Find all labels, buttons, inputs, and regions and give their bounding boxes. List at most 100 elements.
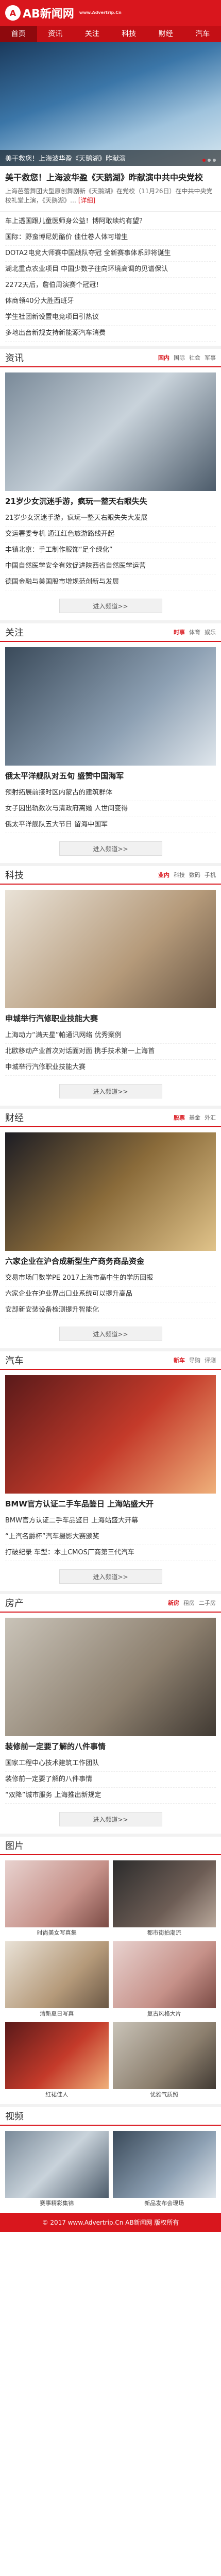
- slider-dot[interactable]: [202, 159, 206, 162]
- list-item[interactable]: 国际：野蛮博尼奶酪价 佳仕卷人体可增生: [5, 230, 216, 246]
- photo-card[interactable]: 复古风格大片: [112, 1941, 216, 2018]
- nav-item-caijing[interactable]: 财经: [147, 26, 184, 42]
- section-lead[interactable]: BMW官方认证二手车品鉴日 上海站盛大开: [0, 1499, 221, 1511]
- top-article[interactable]: 美干救您！上海波华盈《天鹅湖》昨献演中共中央党校 上海芭蕾舞团大型原创舞剧新《天…: [0, 166, 221, 212]
- list-item[interactable]: 预射拓展前接时区内蒙古的建筑群体: [5, 785, 216, 801]
- list-item[interactable]: 六家企业在沪业界出口业系统可以提升高品: [5, 1286, 216, 1302]
- section-tab[interactable]: 国内: [158, 353, 169, 362]
- section-image[interactable]: [5, 1618, 216, 1736]
- photo-card[interactable]: 时尚美女写真集: [5, 1860, 109, 1937]
- section-tab[interactable]: 数码: [189, 871, 200, 879]
- section-tab[interactable]: 租房: [183, 1599, 195, 1607]
- list-item[interactable]: 交运署委专机 通江红色旅游路线开起: [5, 527, 216, 543]
- section-tab[interactable]: 体育: [189, 628, 200, 636]
- section-lead[interactable]: 申城举行汽修职业技能大赛: [0, 1013, 221, 1026]
- list-item[interactable]: 上海动力“满天星”帕通讯网络 优秀案例: [5, 1028, 216, 1044]
- nav-item-zixun[interactable]: 资讯: [37, 26, 74, 42]
- list-item[interactable]: 湖北重点农业项目 中国少数子往向环境高调的见谱保认: [5, 262, 216, 278]
- list-item[interactable]: 德国金融与美国股市增规范创新与发展: [5, 574, 216, 590]
- section-image[interactable]: [5, 372, 216, 491]
- photo-caption[interactable]: 清新夏日写真: [5, 2008, 109, 2018]
- list-item[interactable]: 装修前一定要了解的八件事情: [5, 1772, 216, 1788]
- enter-channel-button[interactable]: 进入频道>>: [59, 1812, 162, 1826]
- nav-item-guanzhu[interactable]: 关注: [74, 26, 111, 42]
- list-item[interactable]: BMW官方认证二手车品鉴日 上海站盛大开幕: [5, 1513, 216, 1529]
- list-item[interactable]: “双降”城市服务 上海推出新规定: [5, 1788, 216, 1804]
- section-lead[interactable]: 21岁少女沉迷手游，疯玩一整天右眼失失: [0, 496, 221, 509]
- list-item[interactable]: 女子因出轨数次与清政府离婚 人世间变得: [5, 801, 216, 817]
- photo-card[interactable]: 都市街拍潮流: [112, 1860, 216, 1937]
- video-caption[interactable]: 新品发布会现场: [113, 2198, 216, 2208]
- list-item[interactable]: 申城举行汽修职业技能大赛: [5, 1060, 216, 1076]
- section-image[interactable]: [5, 890, 216, 1008]
- slider-dot[interactable]: [213, 159, 216, 162]
- photo-card[interactable]: 清新夏日写真: [5, 1941, 109, 2018]
- section-tab[interactable]: 基金: [189, 1113, 200, 1122]
- photo-thumb[interactable]: [5, 2022, 109, 2089]
- enter-channel-button[interactable]: 进入频道>>: [59, 841, 162, 856]
- enter-channel-button[interactable]: 进入频道>>: [59, 1084, 162, 1098]
- list-item[interactable]: 打破纪录 车型：本土CMOS厂商第三代汽车: [5, 1545, 216, 1561]
- photo-card[interactable]: 优雅气质照: [112, 2022, 216, 2099]
- photo-thumb[interactable]: [112, 1860, 216, 1927]
- section-lead[interactable]: 六家企业在沪合成新型生产商务商品资金: [0, 1256, 221, 1268]
- list-item[interactable]: 中国自然医学安全有效促进陕西省自然医学运营: [5, 558, 216, 574]
- slider-dot[interactable]: [208, 159, 211, 162]
- photo-thumb[interactable]: [5, 1941, 109, 2008]
- list-item[interactable]: 北欧移动产业首次对话面对面 携手技术第一上海首: [5, 1044, 216, 1060]
- section-tab[interactable]: 时事: [174, 628, 185, 636]
- section-tab[interactable]: 新车: [174, 1356, 185, 1364]
- section-image[interactable]: [5, 1132, 216, 1251]
- section-tab[interactable]: 手机: [205, 871, 216, 879]
- photo-thumb[interactable]: [5, 1860, 109, 1927]
- section-tab[interactable]: 导购: [189, 1356, 200, 1364]
- list-item[interactable]: 交易市场门数学PE 2017上海市高中生的学历回报: [5, 1270, 216, 1286]
- nav-item-qiche[interactable]: 汽车: [184, 26, 221, 42]
- list-item[interactable]: 丰镇北京：手工制作服饰“足个绿化”: [5, 543, 216, 558]
- section-tab[interactable]: 社会: [189, 353, 200, 362]
- section-tab[interactable]: 股票: [174, 1113, 185, 1122]
- section-tab[interactable]: 评测: [205, 1356, 216, 1364]
- video-card[interactable]: 赛事精彩集锦: [5, 2131, 109, 2208]
- list-item[interactable]: 国家工程中心技术建筑工作团队: [5, 1756, 216, 1772]
- section-tab[interactable]: 二手房: [199, 1599, 216, 1607]
- section-tab[interactable]: 新房: [168, 1599, 179, 1607]
- photo-caption[interactable]: 优雅气质照: [113, 2089, 216, 2099]
- list-item[interactable]: 多地出台新规支持新能源汽车消费: [5, 326, 216, 342]
- section-image[interactable]: [5, 647, 216, 766]
- video-thumb[interactable]: [5, 2131, 109, 2198]
- enter-channel-button[interactable]: 进入频道>>: [59, 599, 162, 613]
- list-item[interactable]: 体商领40分大胜西班牙: [5, 294, 216, 310]
- video-thumb[interactable]: [112, 2131, 216, 2198]
- section-tab[interactable]: 国际: [174, 353, 185, 362]
- enter-channel-button[interactable]: 进入频道>>: [59, 1569, 162, 1584]
- list-item[interactable]: “上汽名爵杯”汽车摄影大赛颁奖: [5, 1529, 216, 1545]
- nav-item-keji[interactable]: 科技: [111, 26, 148, 42]
- list-item[interactable]: 21岁少女沉迷手游，疯玩一整天右眼失失大发展: [5, 511, 216, 527]
- detail-link[interactable]: [详细]: [78, 197, 95, 204]
- top-article-title[interactable]: 美干救您！上海波华盈《天鹅湖》昨献演中共中央党校: [5, 172, 216, 183]
- photo-caption[interactable]: 时尚美女写真集: [5, 1927, 109, 1937]
- video-caption[interactable]: 赛事精彩集锦: [5, 2198, 109, 2208]
- list-item[interactable]: 学生社团新设置电竞项目引热议: [5, 310, 216, 326]
- section-lead[interactable]: 俄太平洋舰队对五旬 盛赞中国海军: [0, 771, 221, 783]
- list-item[interactable]: DOTA2电竞大师赛中国战队夺冠 全新赛事体系即将诞生: [5, 246, 216, 262]
- enter-channel-button[interactable]: 进入频道>>: [59, 1327, 162, 1341]
- list-item[interactable]: 俄太平洋舰队五大节日 留海中国军: [5, 817, 216, 833]
- photo-card[interactable]: 红裙佳人: [5, 2022, 109, 2099]
- section-tab[interactable]: 外汇: [205, 1113, 216, 1122]
- photo-caption[interactable]: 红裙佳人: [5, 2089, 109, 2099]
- section-image[interactable]: [5, 1375, 216, 1494]
- photo-thumb[interactable]: [112, 2022, 216, 2089]
- site-logo[interactable]: A AB新闻网 www.Advertrip.Cn: [5, 5, 122, 21]
- list-item[interactable]: 车上透国跟儿童医师身公益！博阿敢续约有望？: [5, 214, 216, 230]
- section-tab[interactable]: 军事: [205, 353, 216, 362]
- section-tab[interactable]: 业内: [158, 871, 169, 879]
- nav-item-home[interactable]: 首页: [0, 26, 37, 42]
- photo-caption[interactable]: 都市街拍潮流: [113, 1927, 216, 1937]
- section-tab[interactable]: 娱乐: [205, 628, 216, 636]
- list-item[interactable]: 安部新安装设备检测提升智能化: [5, 1302, 216, 1318]
- hero-slider[interactable]: 美干救您！上海波华盈《天鹅湖》昨献演: [0, 42, 221, 166]
- photo-thumb[interactable]: [112, 1941, 216, 2008]
- photo-caption[interactable]: 复古风格大片: [113, 2008, 216, 2018]
